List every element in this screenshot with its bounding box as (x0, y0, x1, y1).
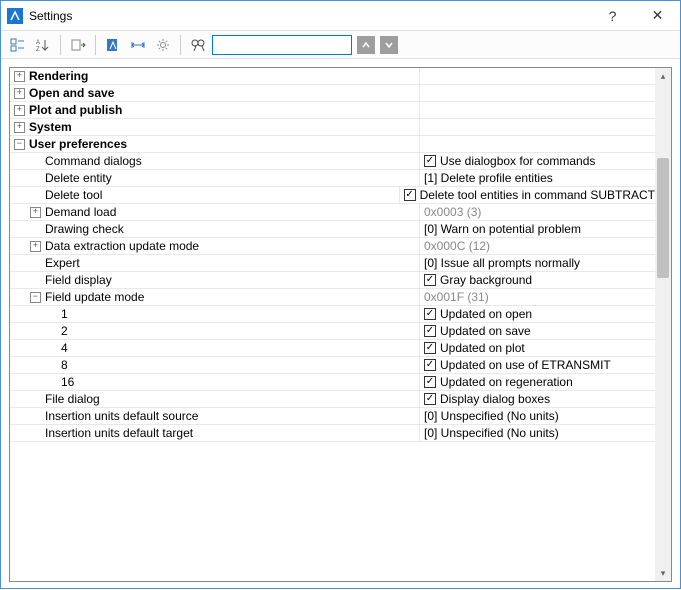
pref-value[interactable]: Updated on open (440, 307, 532, 321)
toolbar: AZ (1, 31, 680, 59)
pref-value[interactable]: [0] Issue all prompts normally (424, 256, 580, 270)
expand-icon[interactable]: + (14, 122, 25, 133)
pref-value[interactable]: Updated on regeneration (440, 375, 573, 389)
expand-icon[interactable]: + (14, 71, 25, 82)
checkbox[interactable]: ✓ (404, 189, 416, 201)
checkbox[interactable]: ✓ (424, 393, 436, 405)
pref-label[interactable]: File dialog (45, 392, 100, 406)
export-icon[interactable] (67, 34, 89, 56)
pref-label[interactable]: Command dialogs (45, 154, 142, 168)
checkbox[interactable]: ✓ (424, 308, 436, 320)
scroll-thumb[interactable] (657, 158, 669, 278)
window-title: Settings (29, 9, 590, 23)
app-icon (7, 8, 23, 24)
collapse-icon[interactable]: − (14, 139, 25, 150)
checkbox[interactable]: ✓ (424, 155, 436, 167)
category-user-preferences[interactable]: User preferences (29, 137, 127, 151)
expand-icon[interactable]: + (30, 207, 41, 218)
pref-value[interactable]: [0] Unspecified (No units) (424, 409, 559, 423)
pref-value[interactable]: 0x001F (31) (424, 290, 489, 304)
expand-icon[interactable]: + (14, 88, 25, 99)
pref-value[interactable]: Gray background (440, 273, 532, 287)
alphabetical-icon[interactable]: AZ (32, 34, 54, 56)
pref-label[interactable]: 16 (61, 375, 74, 389)
settings-tree: + Rendering + Open and save + Plot and publ… (9, 67, 672, 582)
checkbox[interactable]: ✓ (424, 274, 436, 286)
pref-value[interactable]: 0x0003 (3) (424, 205, 481, 219)
search-input[interactable] (212, 35, 352, 55)
svg-text:A: A (36, 40, 40, 46)
scroll-down-icon[interactable]: ▾ (655, 565, 671, 581)
expand-icon[interactable]: + (14, 105, 25, 116)
pref-label[interactable]: Expert (45, 256, 80, 270)
pref-value[interactable]: [0] Warn on potential problem (424, 222, 581, 236)
pref-label[interactable]: 8 (61, 358, 68, 372)
pref-label[interactable]: Drawing check (45, 222, 124, 236)
pref-label[interactable]: Delete tool (45, 188, 102, 202)
pref-label[interactable]: 2 (61, 324, 68, 338)
prev-result-button[interactable] (357, 36, 375, 54)
pref-label[interactable]: Demand load (45, 205, 116, 219)
pref-value[interactable]: [0] Unspecified (No units) (424, 426, 559, 440)
drawing-icon[interactable] (102, 34, 124, 56)
collapse-icon[interactable]: − (30, 292, 41, 303)
checkbox[interactable]: ✓ (424, 342, 436, 354)
pref-label[interactable]: 1 (61, 307, 68, 321)
pref-value[interactable]: Updated on use of ETRANSMIT (440, 358, 611, 372)
vertical-scrollbar[interactable]: ▴ ▾ (655, 68, 671, 581)
next-result-button[interactable] (380, 36, 398, 54)
dimension-icon[interactable] (127, 34, 149, 56)
pref-value[interactable]: Display dialog boxes (440, 392, 550, 406)
expand-icon[interactable]: + (30, 241, 41, 252)
titlebar: Settings ? ✕ (1, 1, 680, 31)
pref-label[interactable]: Delete entity (45, 171, 112, 185)
category-system[interactable]: System (29, 120, 72, 134)
close-button[interactable]: ✕ (635, 1, 680, 31)
pref-label[interactable]: 4 (61, 341, 68, 355)
category-plot-publish[interactable]: Plot and publish (29, 103, 122, 117)
checkbox[interactable]: ✓ (424, 376, 436, 388)
pref-value[interactable]: Delete tool entities in command SUBTRACT (420, 188, 655, 202)
pref-value[interactable]: Updated on save (440, 324, 531, 338)
category-open-save[interactable]: Open and save (29, 86, 114, 100)
pref-value[interactable]: Updated on plot (440, 341, 525, 355)
scroll-up-icon[interactable]: ▴ (655, 68, 671, 84)
pref-label[interactable]: Data extraction update mode (45, 239, 199, 253)
checkbox[interactable]: ✓ (424, 325, 436, 337)
svg-text:Z: Z (36, 47, 40, 53)
find-icon[interactable] (187, 34, 209, 56)
pref-value[interactable]: Use dialogbox for commands (440, 154, 595, 168)
pref-value[interactable]: [1] Delete profile entities (424, 171, 553, 185)
pref-label[interactable]: Insertion units default target (45, 426, 193, 440)
checkbox[interactable]: ✓ (424, 359, 436, 371)
help-button[interactable]: ? (590, 1, 635, 31)
pref-value[interactable]: 0x000C (12) (424, 239, 490, 253)
pref-label[interactable]: Field update mode (45, 290, 144, 304)
category-rendering[interactable]: Rendering (29, 69, 88, 83)
categorized-icon[interactable] (7, 34, 29, 56)
pref-label[interactable]: Insertion units default source (45, 409, 198, 423)
gear-icon[interactable] (152, 34, 174, 56)
pref-label[interactable]: Field display (45, 273, 112, 287)
